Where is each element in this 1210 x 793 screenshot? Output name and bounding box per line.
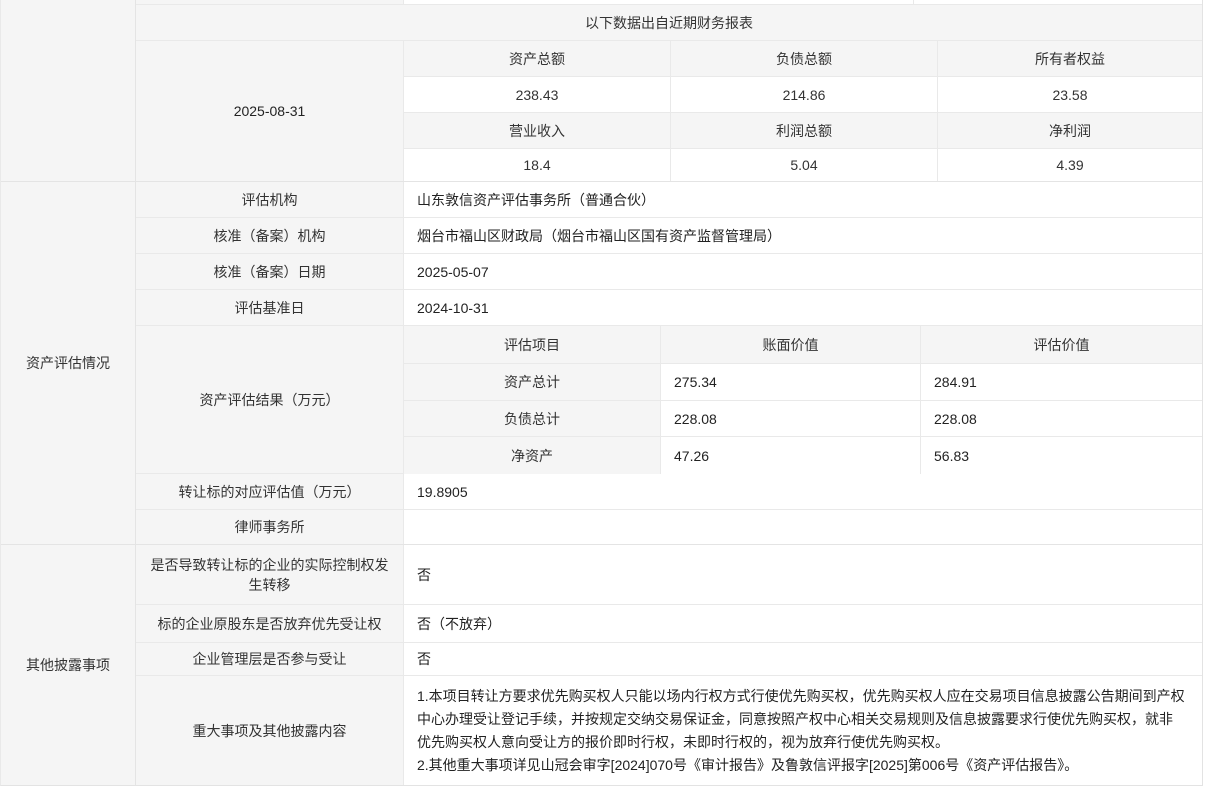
approval-date-value: 2025-05-07 [404,254,1202,289]
approval-date-label: 核准（备案）日期 [136,254,404,289]
table-row: 核准（备案）日期 2025-05-07 [136,254,1202,290]
section-financial-summary: 以下数据出自近期财务报表 2025-08-31 资产总额 负债总额 所有者权益 … [1,0,1202,182]
table-row: 评估机构 山东敦信资产评估事务所（普通合伙） [136,182,1202,218]
header-total-profit: 利润总额 [671,113,938,148]
approval-agency-value: 烟台市福山区财政局（烟台市福山区国有资产监督管理局） [404,218,1202,253]
book-total-liabilities: 228.08 [661,401,921,436]
book-total-assets: 275.34 [661,364,921,400]
item-net-assets: 净资产 [404,437,661,474]
header-assessed-value: 评估价值 [921,326,1202,363]
value-net-profit: 4.39 [938,149,1202,181]
sidebar-cell-financial [1,0,136,181]
financial-note-row: 以下数据出自近期财务报表 [136,5,1202,41]
table-row: 律师事务所 [136,510,1202,544]
table-row: 净资产 47.26 56.83 [404,437,1202,474]
table-row: 企业管理层是否参与受让 否 [136,643,1202,676]
assessment-result-label: 资产评估结果（万元） [136,326,404,473]
major-matters-row: 重大事项及其他披露内容 1.本项目转让方要求优先购买权人只能以场内行权方式行使优… [136,676,1202,785]
assessment-result-table: 评估项目 账面价值 评估价值 资产总计 275.34 284.91 负债总计 2… [404,326,1202,473]
header-total-liabilities: 负债总额 [671,41,938,76]
table-row: 资产总计 275.34 284.91 [404,364,1202,401]
book-net-assets: 47.26 [661,437,921,474]
value-total-profit: 5.04 [671,149,938,181]
section-asset-assessment: 资产评估情况 评估机构 山东敦信资产评估事务所（普通合伙） 核准（备案）机构 烟… [1,182,1202,545]
approval-agency-label: 核准（备案）机构 [136,218,404,253]
management-participation-value: 否 [404,643,1202,675]
table-row: 评估基准日 2024-10-31 [136,290,1202,326]
transfer-assessed-value: 19.8905 [404,474,1202,509]
partial-label-cell [136,0,404,4]
assessment-result-block: 资产评估结果（万元） 评估项目 账面价值 评估价值 资产总计 275.34 28… [136,326,1202,474]
financial-value-row-1: 238.43 214.86 23.58 [404,77,1202,113]
report-date-cell: 2025-08-31 [136,41,404,181]
major-matters-content: 1.本项目转让方要求优先购买权人只能以场内行权方式行使优先购买权，优先购买权人应… [404,676,1202,785]
disclosure-table: 以下数据出自近期财务报表 2025-08-31 资产总额 负债总额 所有者权益 … [0,0,1203,786]
assessed-net-assets: 56.83 [921,437,1202,474]
header-operating-revenue: 营业收入 [404,113,671,148]
financial-value-row-2: 18.4 5.04 4.39 [404,149,1202,181]
value-total-assets: 238.43 [404,77,671,112]
financial-header-row-1: 资产总额 负债总额 所有者权益 [404,41,1202,77]
table-row: 是否导致转让标的企业的实际控制权发生转移 否 [136,545,1202,605]
major-matters-line-1: 1.本项目转让方要求优先购买权人只能以场内行权方式行使优先购买权，优先购买权人应… [417,685,1186,754]
control-transfer-label: 是否导致转让标的企业的实际控制权发生转移 [136,545,404,604]
law-firm-value [404,510,1202,544]
major-matters-label: 重大事项及其他披露内容 [136,676,404,785]
header-net-profit: 净利润 [938,113,1202,148]
assessment-base-date-label: 评估基准日 [136,290,404,325]
assessment-agency-label: 评估机构 [136,182,404,217]
financial-note-text: 以下数据出自近期财务报表 [136,5,1202,40]
transfer-assessed-value-label: 转让标的对应评估值（万元） [136,474,404,509]
waive-preemptive-right-label: 标的企业原股东是否放弃优先受让权 [136,605,404,642]
major-matters-line-2: 2.其他重大事项详见山冠会审字[2024]070号《审计报告》及鲁敦信评报字[2… [417,754,1186,777]
value-total-liabilities: 214.86 [671,77,938,112]
financial-header-row-2: 营业收入 利润总额 净利润 [404,113,1202,149]
sidebar-asset-assessment: 资产评估情况 [1,182,136,544]
partial-value-cell [404,0,914,4]
table-row: 负债总计 228.08 228.08 [404,401,1202,437]
management-participation-label: 企业管理层是否参与受让 [136,643,404,675]
item-total-assets: 资产总计 [404,364,661,400]
header-assessment-item: 评估项目 [404,326,661,363]
table-row: 转让标的对应评估值（万元） 19.8905 [136,474,1202,510]
header-total-assets: 资产总额 [404,41,671,76]
table-row: 标的企业原股东是否放弃优先受让权 否（不放弃） [136,605,1202,643]
header-owners-equity: 所有者权益 [938,41,1202,76]
financial-data-block: 2025-08-31 资产总额 负债总额 所有者权益 238.43 214.86… [136,41,1202,181]
assessed-total-assets: 284.91 [921,364,1202,400]
assessed-total-liabilities: 228.08 [921,401,1202,436]
value-operating-revenue: 18.4 [404,149,671,181]
assessment-agency-value: 山东敦信资产评估事务所（普通合伙） [404,182,1202,217]
table-row: 核准（备案）机构 烟台市福山区财政局（烟台市福山区国有资产监督管理局） [136,218,1202,254]
partial-extra-cell [914,0,1202,4]
law-firm-label: 律师事务所 [136,510,404,544]
control-transfer-value: 否 [404,545,1202,604]
value-owners-equity: 23.58 [938,77,1202,112]
financial-table: 资产总额 负债总额 所有者权益 238.43 214.86 23.58 营业收入… [404,41,1202,181]
header-book-value: 账面价值 [661,326,921,363]
sidebar-other-disclosures: 其他披露事项 [1,545,136,785]
assessment-table-header-row: 评估项目 账面价值 评估价值 [404,326,1202,364]
waive-preemptive-right-value: 否（不放弃） [404,605,1202,642]
section-other-disclosures: 其他披露事项 是否导致转让标的企业的实际控制权发生转移 否 标的企业原股东是否放… [1,545,1202,785]
assessment-base-date-value: 2024-10-31 [404,290,1202,325]
item-total-liabilities: 负债总计 [404,401,661,436]
